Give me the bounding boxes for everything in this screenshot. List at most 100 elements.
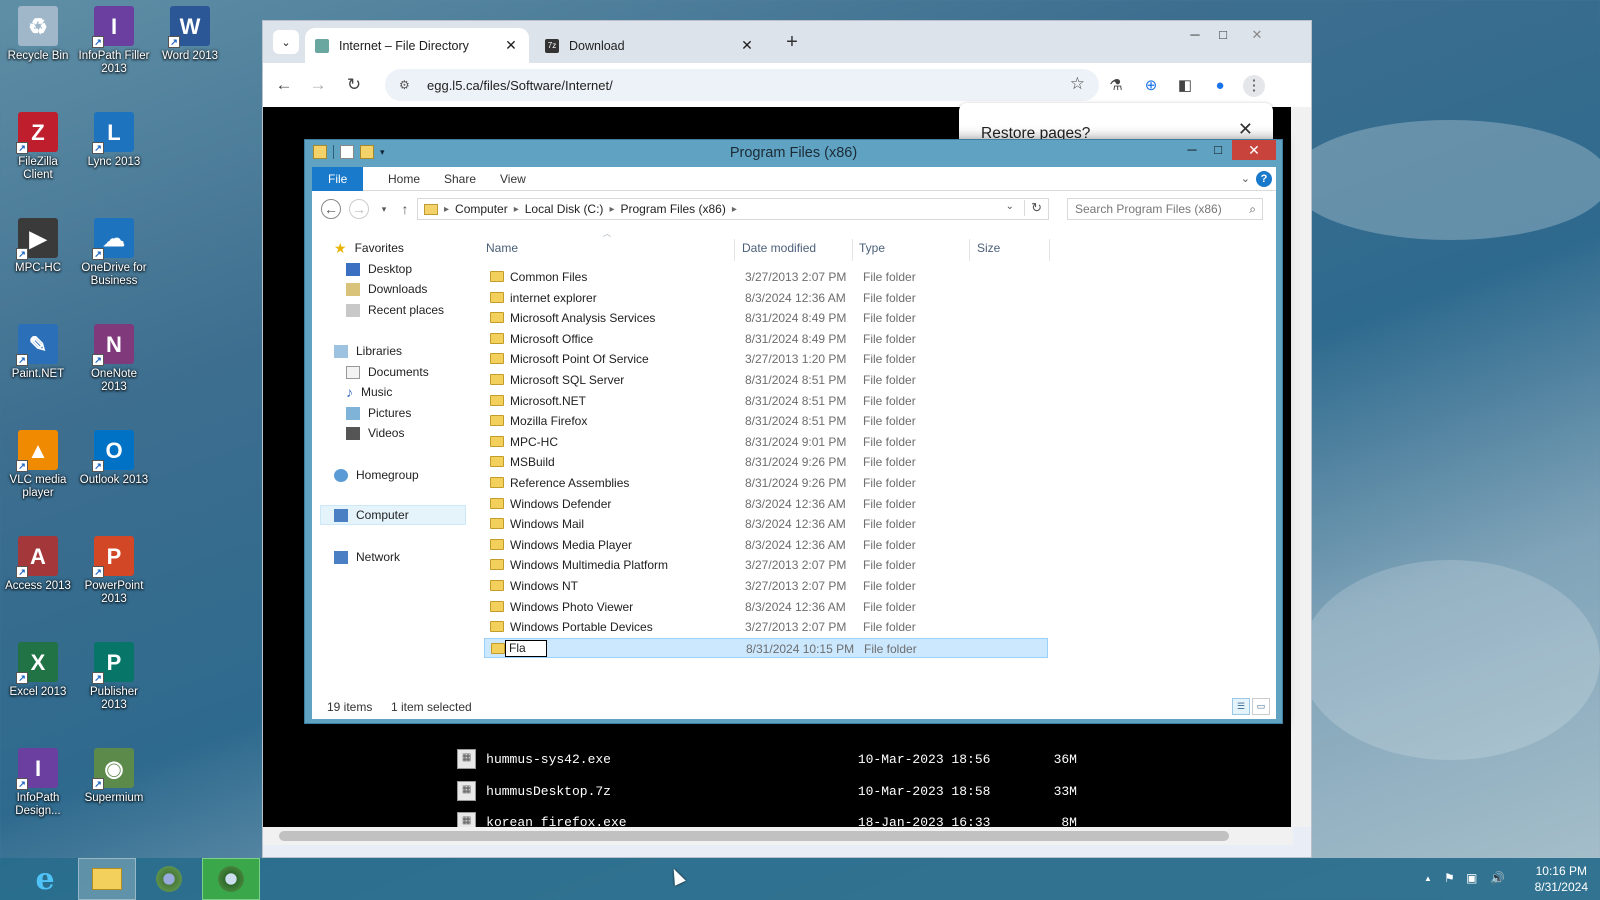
nav-recent-places[interactable]: Recent places <box>346 300 444 320</box>
chevron-right-icon[interactable]: ▸ <box>732 204 737 215</box>
back-button[interactable]: ← <box>271 73 297 99</box>
breadcrumb-computer[interactable]: Computer <box>455 202 508 216</box>
scroll-thumb[interactable] <box>279 831 1229 841</box>
action-center-flag-icon[interactable]: ⚑ <box>1444 871 1455 885</box>
back-button[interactable]: ← <box>321 199 341 219</box>
desktop-shortcut[interactable]: X ↗ Excel 2013 <box>2 642 74 699</box>
menu-kebab-icon[interactable]: ⋮ <box>1243 75 1265 97</box>
file-name-link[interactable]: korean firefox.exe <box>486 815 858 828</box>
file-row[interactable]: Windows Portable Devices 3/27/2013 2:07 P… <box>484 617 1048 637</box>
file-row[interactable]: Mozilla Firefox 8/31/2024 8:51 PM File fol… <box>484 411 1048 431</box>
nav-desktop[interactable]: Desktop <box>346 259 412 279</box>
network-tray-icon[interactable]: ▣ <box>1466 871 1477 885</box>
profile-avatar-icon[interactable]: ● <box>1209 75 1231 97</box>
nav-music[interactable]: ♪ Music <box>346 382 392 402</box>
desktop-shortcut[interactable]: I ↗ InfoPath Design... <box>2 748 74 818</box>
tab-search-button[interactable]: ⌄ <box>273 30 299 54</box>
file-name-link[interactable]: hummusDesktop.7z <box>486 784 858 799</box>
maximize-button[interactable]: □ <box>1204 140 1232 160</box>
tab-file[interactable]: File <box>312 167 364 191</box>
nav-homegroup[interactable]: Homegroup <box>334 465 419 485</box>
help-icon[interactable]: ? <box>1256 171 1272 187</box>
explorer-address-bar[interactable]: ▸ Computer ▸ Local Disk (C:) ▸ Program F… <box>417 198 1049 220</box>
chevron-right-icon[interactable]: ▸ <box>609 204 614 215</box>
desktop-shortcut[interactable]: I ↗ InfoPath Filler 2013 <box>78 6 150 76</box>
vertical-scrollbar[interactable] <box>1291 107 1311 827</box>
nav-favorites[interactable]: ★ Favorites <box>334 238 404 258</box>
file-row[interactable]: Microsoft Analysis Services 8/31/2024 8:4… <box>484 308 1048 328</box>
new-folder-row[interactable]: Fla 8/31/2024 10:15 PM File folder <box>484 637 1048 658</box>
close-popup-icon[interactable]: ✕ <box>1238 119 1253 140</box>
desktop-shortcut[interactable]: ✎ ↗ Paint.NET <box>2 324 74 381</box>
column-header-size[interactable]: Size <box>977 241 1000 259</box>
labs-flask-icon[interactable]: ⚗ <box>1105 75 1127 97</box>
desktop-shortcut[interactable]: N ↗ OneNote 2013 <box>78 324 150 394</box>
desktop-shortcut[interactable]: W ↗ Word 2013 <box>154 6 226 63</box>
expand-ribbon-icon[interactable]: ⌄ <box>1241 172 1250 185</box>
close-tab-icon[interactable]: ✕ <box>503 37 519 54</box>
listing-row[interactable]: ▦ hummus-sys42.exe 10-Mar-2023 18:56 36M <box>457 747 1077 771</box>
file-row[interactable]: Windows NT 3/27/2013 2:07 PM File folder <box>484 576 1048 596</box>
file-row[interactable]: Microsoft Office 8/31/2024 8:49 PM File fo… <box>484 329 1048 349</box>
forward-button[interactable]: → <box>305 73 331 99</box>
close-tab-icon[interactable]: ✕ <box>739 37 755 54</box>
downloads-icon[interactable]: ⊕ <box>1140 75 1162 97</box>
tab-home[interactable]: Home <box>376 167 432 191</box>
file-row[interactable]: Microsoft SQL Server 8/31/2024 8:51 PM Fil… <box>484 370 1048 390</box>
desktop-shortcut[interactable]: ◉ ↗ Supermium <box>78 748 150 805</box>
desktop-shortcut[interactable]: ▶ ↗ MPC-HC <box>2 218 74 275</box>
rename-input[interactable]: Fla <box>505 639 547 657</box>
up-button[interactable]: ↑ <box>395 199 415 219</box>
search-input[interactable]: Search Program Files (x86) ⌕ <box>1067 198 1263 220</box>
desktop-shortcut[interactable]: P ↗ Publisher 2013 <box>78 642 150 712</box>
file-row[interactable]: MSBuild 8/31/2024 9:26 PM File folder <box>484 452 1048 472</box>
nav-libraries[interactable]: Libraries <box>334 341 402 361</box>
volume-icon[interactable]: 🔊 <box>1490 871 1505 885</box>
refresh-icon[interactable]: ↻ <box>1024 200 1042 216</box>
show-hidden-icons[interactable]: ▲ <box>1424 874 1432 883</box>
minimize-button[interactable]: ─ <box>1178 140 1206 160</box>
desktop-shortcut[interactable]: A ↗ Access 2013 <box>2 536 74 593</box>
minimize-button[interactable]: ─ <box>1183 27 1207 42</box>
close-window-button[interactable]: ✕ <box>1245 27 1269 43</box>
file-row[interactable]: Windows Multimedia Platform 3/27/2013 2:0… <box>484 555 1048 575</box>
taskbar-file-explorer[interactable] <box>78 858 136 900</box>
bookmark-star-icon[interactable]: ☆ <box>1070 74 1085 94</box>
reload-button[interactable]: ↻ <box>341 73 367 99</box>
file-row[interactable]: Microsoft.NET 8/31/2024 8:51 PM File folde… <box>484 391 1048 411</box>
site-info-icon[interactable]: ⚙ <box>399 78 413 92</box>
file-row[interactable]: Windows Photo Viewer 8/3/2024 12:36 AM Fil… <box>484 597 1048 617</box>
desktop-shortcut[interactable]: P ↗ PowerPoint 2013 <box>78 536 150 606</box>
file-name-link[interactable]: hummus-sys42.exe <box>486 752 858 767</box>
side-panel-icon[interactable]: ◧ <box>1174 75 1196 97</box>
desktop-shortcut[interactable]: L ↗ Lync 2013 <box>78 112 150 169</box>
listing-row[interactable]: ▦ korean firefox.exe 18-Jan-2023 16:33 8M <box>457 810 1077 827</box>
chevron-right-icon[interactable]: ▸ <box>514 204 519 215</box>
new-tab-button[interactable]: + <box>780 31 804 54</box>
desktop-shortcut[interactable]: ☁ ↗ OneDrive for Business <box>78 218 150 288</box>
nav-downloads[interactable]: Downloads <box>346 279 427 299</box>
address-bar[interactable]: ⚙ egg.l5.ca/files/Software/Internet/ ☆ <box>385 69 1099 101</box>
taskbar-supermium-active[interactable] <box>202 858 260 900</box>
details-view-icon[interactable]: ☰ <box>1232 698 1250 715</box>
file-row[interactable]: Windows Media Player 8/3/2024 12:36 AM Fil… <box>484 535 1048 555</box>
column-header-type[interactable]: Type <box>859 241 885 259</box>
file-row[interactable]: Windows Defender 8/3/2024 12:36 AM File fo… <box>484 494 1048 514</box>
desktop-shortcut[interactable]: ▲ ↗ VLC media player <box>2 430 74 500</box>
search-icon[interactable]: ⌕ <box>1249 199 1256 219</box>
desktop-shortcut[interactable]: O ↗ Outlook 2013 <box>78 430 150 487</box>
file-row[interactable]: internet explorer 8/3/2024 12:36 AM File f… <box>484 288 1048 308</box>
horizontal-scrollbar[interactable] <box>263 827 1293 845</box>
nav-documents[interactable]: Documents <box>346 362 429 382</box>
file-row[interactable]: Windows Mail 8/3/2024 12:36 AM File folder <box>484 514 1048 534</box>
tab-view[interactable]: View <box>488 167 538 191</box>
large-icons-view-icon[interactable]: ▭ <box>1252 698 1270 715</box>
breadcrumb-local-disk[interactable]: Local Disk (C:) <box>525 202 604 216</box>
taskbar-supermium[interactable] <box>140 858 198 900</box>
maximize-button[interactable]: □ <box>1211 27 1235 42</box>
tab-download[interactable]: 7z Download ✕ <box>535 28 765 63</box>
file-row[interactable]: Microsoft Point Of Service 3/27/2013 1:20… <box>484 349 1048 369</box>
nav-videos[interactable]: Videos <box>346 423 404 443</box>
listing-row[interactable]: ▦ hummusDesktop.7z 10-Mar-2023 18:58 33M <box>457 779 1077 803</box>
close-button[interactable]: ✕ <box>1232 140 1276 160</box>
